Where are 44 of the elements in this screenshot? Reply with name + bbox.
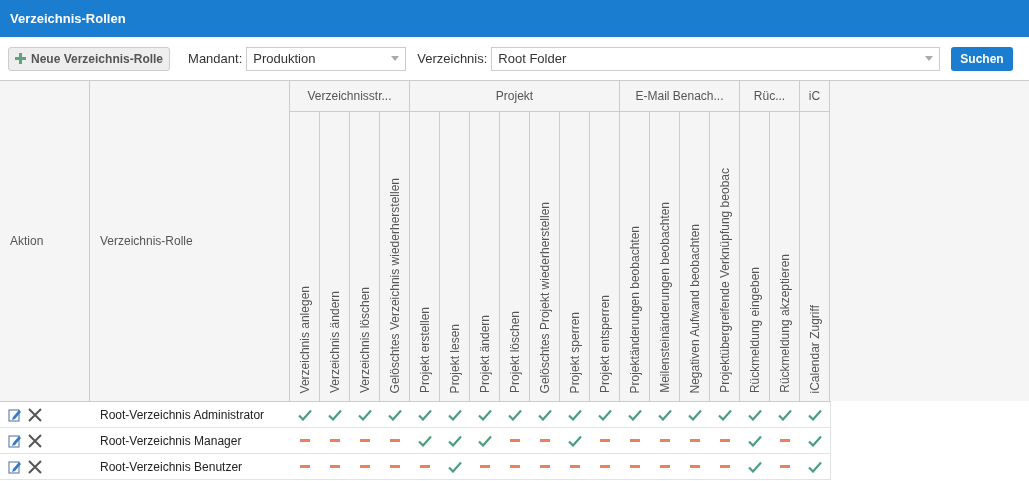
group-header: Verzeichnisstr... xyxy=(290,81,409,112)
delete-icon[interactable] xyxy=(28,433,42,448)
verzeichnis-label: Verzeichnis: xyxy=(417,49,488,68)
column-header: Projektänderungen beobachten xyxy=(626,225,643,393)
delete-icon[interactable] xyxy=(28,459,42,474)
column-header: iCalendar Zugriff xyxy=(806,304,823,393)
column-header: Verzeichnis ändern xyxy=(326,290,343,393)
column-header: Rückmeldung eingeben xyxy=(746,266,763,393)
column-header: Negativen Aufwand beobachten xyxy=(686,223,703,393)
group-header: Rüc... xyxy=(740,81,799,112)
column-header: Gelöschtes Verzeichnis wiederherstellen xyxy=(386,177,403,393)
column-header: Meilensteinänderungen beobachten xyxy=(656,202,673,393)
column-header: Projekt sperren xyxy=(566,311,583,393)
column-header: Projekt erstellen xyxy=(416,306,433,393)
window-title: Verzeichnis-Rollen xyxy=(10,9,126,28)
column-header: Gelöschtes Projekt wiederherstellen xyxy=(536,201,553,393)
role-name: Root-Verzeichnis Manager xyxy=(100,432,242,450)
plus-icon xyxy=(15,53,26,64)
edit-icon[interactable] xyxy=(8,407,22,422)
role-name: Root-Verzeichnis Benutzer xyxy=(100,458,243,476)
edit-icon[interactable] xyxy=(8,433,22,448)
mandant-dropdown[interactable]: Produktion xyxy=(246,46,407,71)
column-header: Projektübergreifende Verknüpfung beobac xyxy=(716,168,733,393)
verzeichnis-dropdown[interactable]: Root Folder xyxy=(491,46,941,71)
column-header: Projekt ändern xyxy=(476,314,493,393)
column-header: Projekt entsperren xyxy=(596,294,613,393)
column-header: Verzeichnis anlegen xyxy=(296,285,313,393)
caret-icon xyxy=(925,56,934,61)
search-button[interactable]: Suchen xyxy=(951,46,1013,71)
edit-icon[interactable] xyxy=(8,459,22,474)
column-header: Verzeichnis löschen xyxy=(356,286,373,393)
column-header: Projekt lesen xyxy=(446,323,463,393)
delete-icon[interactable] xyxy=(28,407,42,422)
group-header: Projekt xyxy=(410,81,619,112)
column-header: Verzeichnis-Rolle xyxy=(90,81,290,401)
caret-icon xyxy=(391,56,400,61)
role-name: Root-Verzeichnis Administrator xyxy=(100,406,265,424)
column-header: Projekt löschen xyxy=(506,310,523,393)
group-header: E-Mail Benach... xyxy=(620,81,739,112)
mandant-label: Mandant: xyxy=(188,49,243,68)
new-role-button[interactable]: Neue Verzeichnis-Rolle xyxy=(8,46,171,71)
group-header: iC xyxy=(800,81,829,112)
column-header: Aktion xyxy=(0,81,90,401)
column-header: Rückmeldung akzeptieren xyxy=(776,254,793,393)
